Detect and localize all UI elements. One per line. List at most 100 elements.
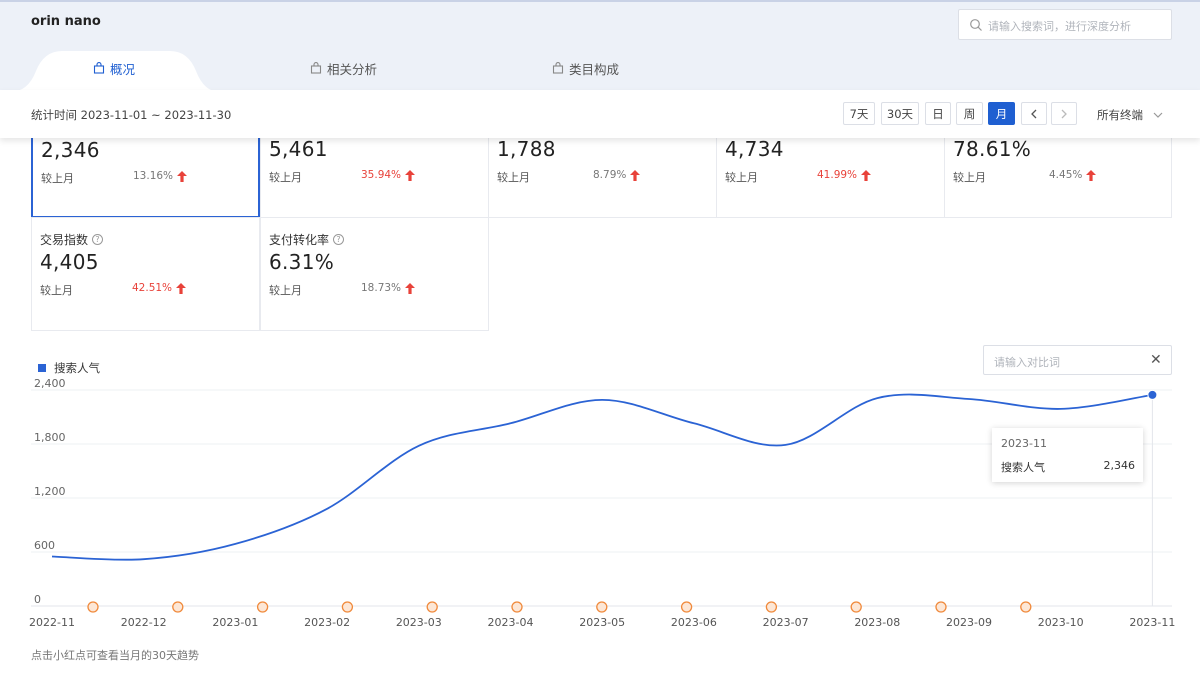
x-tick-label: 2023-06 bbox=[671, 616, 717, 629]
event-dot bbox=[596, 601, 608, 613]
metric-change: 41.99% bbox=[817, 169, 872, 181]
terminal-label: 所有终端 bbox=[1097, 108, 1143, 122]
event-dot bbox=[850, 601, 862, 613]
period-7d-button[interactable]: 7天 bbox=[843, 102, 875, 125]
tooltip-label: 搜索人气 bbox=[1001, 461, 1045, 474]
x-tick-label: 2023-02 bbox=[304, 616, 350, 629]
legend-swatch bbox=[38, 364, 46, 372]
y-tick-label: 1,800 bbox=[34, 431, 66, 444]
trend-chart: 0 600 1,200 1,800 2,400 2022-11 2022-12 2023-01… bbox=[29, 377, 1175, 629]
event-dot bbox=[341, 601, 354, 613]
tab-related-analysis[interactable]: 相关分析 bbox=[310, 58, 377, 78]
tab-overview[interactable]: 概况 bbox=[93, 58, 135, 78]
tab-label: 相关分析 bbox=[327, 61, 378, 77]
x-tick-label: 2023-04 bbox=[488, 616, 534, 629]
metric-value: 2,346 bbox=[41, 138, 100, 162]
metric-change: 13.16% bbox=[133, 170, 188, 182]
bag-icon bbox=[93, 62, 105, 74]
x-tick-label: 2023-10 bbox=[1038, 616, 1084, 629]
x-tick-label: 2023-07 bbox=[763, 616, 809, 629]
arrow-up-icon bbox=[630, 169, 641, 181]
period-week-button[interactable]: 周 bbox=[956, 102, 983, 125]
event-dot bbox=[87, 601, 99, 613]
search-icon bbox=[970, 19, 982, 31]
metric-value: 4,734 bbox=[725, 137, 784, 161]
x-tick-label: 2023-03 bbox=[396, 616, 442, 629]
active-point bbox=[1147, 389, 1158, 400]
chart-tooltip: 2023-11 搜索人气 2,346 bbox=[992, 428, 1143, 482]
help-icon[interactable]: ? bbox=[92, 234, 104, 245]
tooltip-month: 2023-11 bbox=[1001, 437, 1047, 450]
y-tick-label: 1,200 bbox=[34, 485, 66, 498]
metric-value: 1,788 bbox=[497, 137, 556, 161]
tooltip-value: 2,346 bbox=[1103, 459, 1136, 472]
arrow-up-icon bbox=[405, 282, 416, 294]
terminal-select[interactable]: 所有终端 bbox=[1097, 107, 1163, 123]
metric-card-pay-conversion[interactable]: 支付转化率 ? 6.31% 较上月 18.73% bbox=[260, 217, 489, 331]
x-tick-label: 2022-11 bbox=[29, 616, 75, 629]
metric-change: 42.51% bbox=[132, 282, 187, 294]
tab-category-composition[interactable]: 类目构成 bbox=[552, 58, 619, 78]
metric-value: 6.31% bbox=[269, 250, 335, 274]
event-dot bbox=[172, 601, 184, 613]
chart-legend[interactable]: 搜索人气 bbox=[38, 360, 100, 376]
product-name: orin nano bbox=[31, 14, 101, 29]
metric-name: 交易指数 ? bbox=[40, 231, 104, 248]
period-day-button[interactable]: 日 bbox=[925, 102, 951, 125]
metric-compare-label: 较上月 bbox=[725, 171, 758, 184]
series-line bbox=[51, 393, 1153, 561]
y-tick-label: 2,400 bbox=[34, 377, 66, 390]
metric-compare-label: 较上月 bbox=[497, 171, 530, 184]
stat-bar: 统计时间 2023-11-01 ~ 2023-11-30 7天 30天 日 周 … bbox=[0, 90, 1200, 138]
chevron-down-icon bbox=[1153, 112, 1163, 118]
metric-compare-label: 较上月 bbox=[41, 172, 74, 185]
y-tick-label: 600 bbox=[34, 539, 55, 552]
metric-change: 18.73% bbox=[361, 282, 416, 294]
event-dot bbox=[680, 601, 693, 613]
bag-icon bbox=[552, 62, 564, 74]
x-tick-label: 2023-05 bbox=[579, 616, 625, 629]
x-tick-label: 2023-08 bbox=[854, 616, 900, 629]
metric-value: 5,461 bbox=[269, 137, 328, 161]
tab-label: 类目构成 bbox=[569, 61, 620, 77]
x-tick-label: 2023-11 bbox=[1129, 616, 1175, 629]
event-dot bbox=[935, 601, 947, 613]
prev-period-button[interactable] bbox=[1021, 102, 1047, 125]
chevron-left-icon bbox=[1031, 109, 1037, 118]
chart-hint: 点击小红点可查看当月的30天趋势 bbox=[31, 649, 199, 662]
arrow-up-icon bbox=[861, 169, 872, 181]
next-period-button[interactable] bbox=[1051, 102, 1077, 125]
bag-icon bbox=[310, 62, 322, 74]
legend-label: 搜索人气 bbox=[54, 361, 100, 375]
event-dot bbox=[256, 601, 269, 613]
stat-time-range: 统计时间 2023-11-01 ~ 2023-11-30 bbox=[31, 108, 232, 122]
chevron-right-icon bbox=[1061, 109, 1067, 118]
compare-word-input[interactable]: 请输入对比词 ✕ bbox=[983, 345, 1172, 375]
metric-change: 35.94% bbox=[361, 169, 416, 181]
metric-value: 4,405 bbox=[40, 250, 99, 274]
search-placeholder: 请输入搜索词，进行深度分析 bbox=[988, 20, 1131, 33]
metric-card-trade-index[interactable]: 交易指数 ? 4,405 较上月 42.51% bbox=[31, 217, 260, 331]
event-dot bbox=[1020, 601, 1032, 613]
search-input[interactable]: 请输入搜索词，进行深度分析 bbox=[958, 9, 1172, 40]
period-month-button[interactable]: 月 bbox=[988, 102, 1015, 125]
metric-compare-label: 较上月 bbox=[269, 284, 302, 297]
metric-value: 78.61% bbox=[953, 137, 1032, 161]
arrow-up-icon bbox=[177, 170, 188, 182]
event-dot bbox=[426, 601, 438, 613]
arrow-up-icon bbox=[405, 169, 416, 181]
close-icon[interactable]: ✕ bbox=[1150, 353, 1162, 367]
period-30d-button[interactable]: 30天 bbox=[881, 102, 919, 125]
tab-label: 概况 bbox=[110, 61, 136, 77]
x-tick-label: 2023-01 bbox=[212, 616, 258, 629]
top-bar: orin nano 请输入搜索词，进行深度分析 概况 相关分析 类目构成 bbox=[0, 0, 1200, 92]
event-dot bbox=[765, 601, 778, 613]
metric-compare-label: 较上月 bbox=[953, 171, 986, 184]
arrow-up-icon bbox=[1086, 169, 1097, 181]
help-icon[interactable]: ? bbox=[333, 234, 345, 245]
metric-name: 支付转化率 ? bbox=[269, 231, 345, 248]
metric-compare-label: 较上月 bbox=[40, 284, 73, 297]
compare-placeholder: 请输入对比词 bbox=[994, 356, 1060, 369]
event-dot bbox=[511, 601, 523, 613]
x-tick-label: 2022-12 bbox=[121, 616, 167, 629]
